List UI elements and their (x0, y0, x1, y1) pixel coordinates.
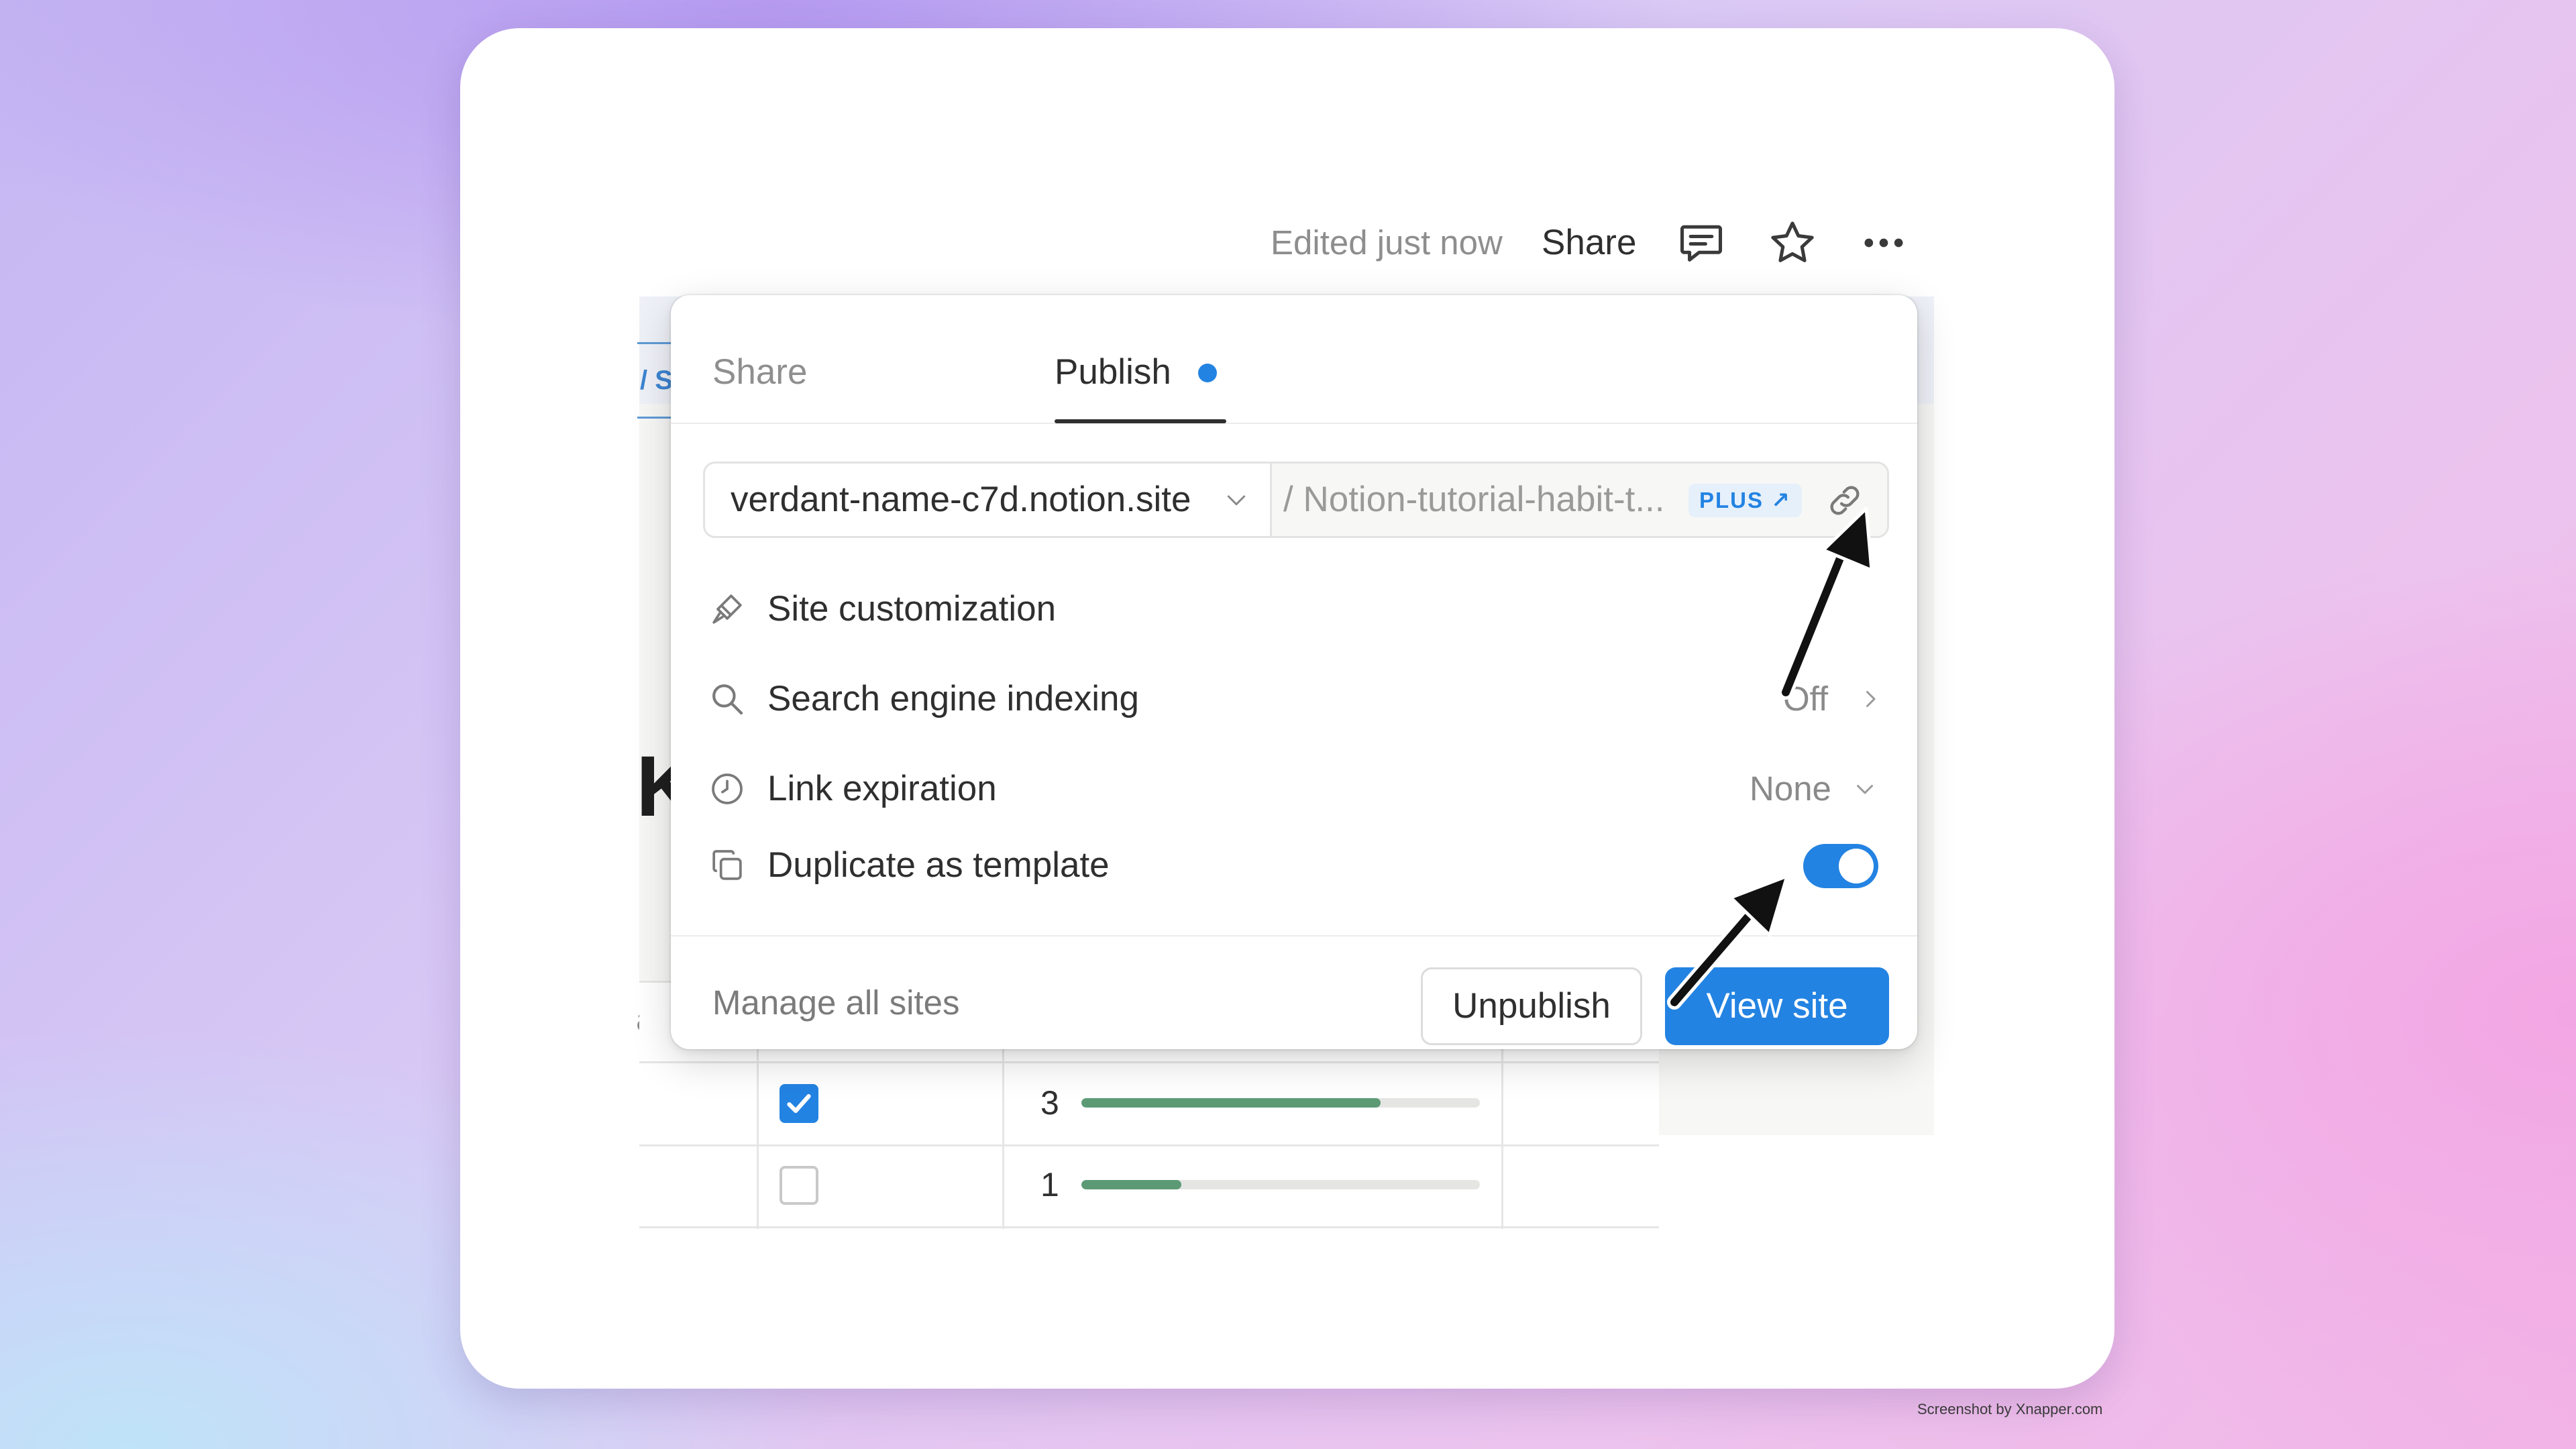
star-icon[interactable] (1767, 217, 1818, 268)
clock-icon (708, 770, 746, 808)
search-icon (708, 680, 746, 718)
menu-label: Link expiration (767, 769, 997, 808)
edited-status: Edited just now (1271, 223, 1503, 262)
progress-bar (1081, 1180, 1480, 1189)
tab-divider (671, 423, 1917, 424)
progress-fill (1081, 1098, 1381, 1108)
active-tab-indicator (1055, 419, 1226, 423)
app-window: / S Ke arr 3 1 Edited just now Share Sha… (460, 28, 2114, 1389)
tab-publish[interactable]: Publish (1055, 349, 1171, 396)
row-count: 3 (1040, 1084, 1059, 1122)
annotation-arrow-icon (1667, 874, 1789, 1010)
watermark: Screenshot by Xnapper.com (1917, 1401, 2103, 1417)
progress-fill (1081, 1180, 1181, 1189)
menu-label: Search engine indexing (767, 679, 1139, 718)
toggle-knob (1839, 849, 1874, 883)
table-divider (639, 1226, 1659, 1228)
expiration-value: None (1750, 769, 1831, 808)
annotation-arrow-icon (1778, 506, 1874, 700)
share-button[interactable]: Share (1542, 223, 1636, 263)
manage-sites-link[interactable]: Manage all sites (712, 966, 960, 1040)
search-indexing-row[interactable]: Search engine indexing Off (703, 659, 1889, 739)
publish-status-dot (1198, 364, 1217, 382)
habit-checkbox[interactable] (780, 1166, 818, 1205)
menu-label: Duplicate as template (767, 845, 1110, 885)
tab-share[interactable]: Share (712, 349, 807, 396)
table-divider (639, 1061, 1659, 1063)
habit-checkbox[interactable] (780, 1084, 818, 1123)
chevron-down-icon[interactable] (1223, 486, 1250, 513)
chevron-down-icon (1853, 777, 1877, 801)
brush-icon (708, 590, 746, 628)
site-customization-row[interactable]: Site customization (703, 569, 1889, 649)
table-divider (639, 1144, 1659, 1146)
progress-bar (1081, 1098, 1480, 1108)
comment-icon[interactable] (1676, 217, 1727, 268)
row-count: 1 (1040, 1166, 1059, 1203)
duplicate-icon (708, 847, 746, 884)
menu-label: Site customization (767, 589, 1057, 629)
unpublish-button[interactable]: Unpublish (1421, 967, 1642, 1045)
site-url-field: verdant-name-c7d.notion.site / Notion-tu… (703, 462, 1889, 538)
url-slug-input[interactable]: / Notion-tutorial-habit-t... (1283, 464, 1665, 536)
more-icon[interactable] (1858, 217, 1909, 268)
domain-select[interactable]: verdant-name-c7d.notion.site (731, 464, 1191, 536)
url-divider (1270, 464, 1272, 536)
link-expiration-row[interactable]: Link expiration None (703, 749, 1889, 829)
